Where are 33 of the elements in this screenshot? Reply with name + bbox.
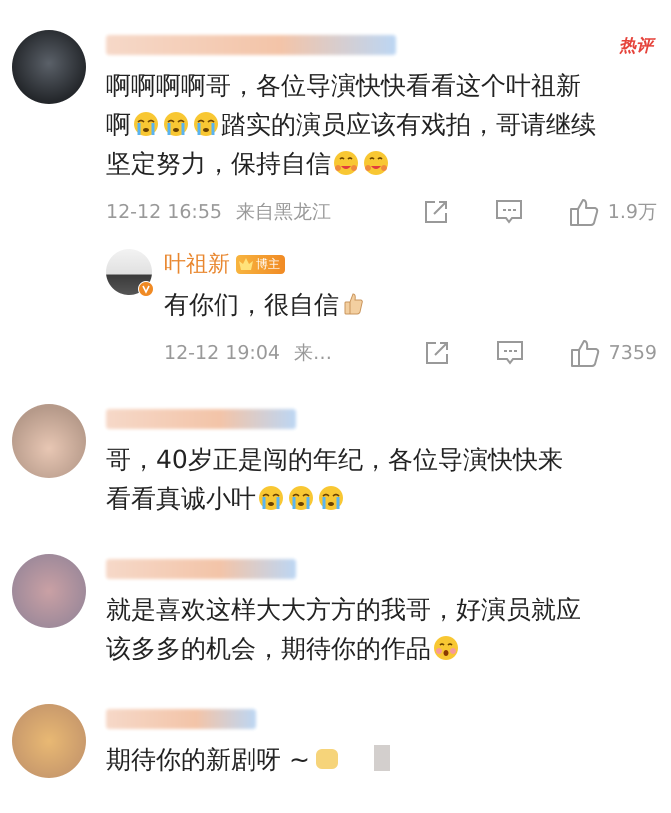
comment-text: 啊啊啊啊哥，各位导演快快看看这个叶祖新 bbox=[106, 71, 581, 100]
crown-icon bbox=[238, 257, 254, 271]
hugging-face-icon bbox=[332, 149, 360, 177]
comment-icon[interactable] bbox=[494, 198, 524, 226]
comment-text: 就是喜欢这样大大方方的我哥，好演员就应 bbox=[106, 595, 581, 624]
like-count: 1.9万 bbox=[608, 200, 657, 225]
smiling-face-icon bbox=[432, 634, 460, 662]
like-count: 7359 bbox=[608, 342, 657, 364]
comment-text: 坚定努力，保持自信 bbox=[106, 149, 331, 178]
hugging-face-icon bbox=[362, 149, 390, 177]
comment-text: 哥，40岁正是闯的年纪，各位导演快快来 bbox=[106, 445, 563, 474]
crying-face-icon bbox=[287, 484, 315, 512]
comment-time: 12-12 16:55 bbox=[106, 201, 222, 223]
badge-text: 博主 bbox=[256, 256, 280, 272]
like-icon[interactable] bbox=[568, 338, 601, 368]
crying-face-icon bbox=[132, 110, 160, 138]
crying-face-icon bbox=[317, 484, 345, 512]
crying-face-icon bbox=[162, 110, 190, 138]
comment-icon[interactable] bbox=[494, 339, 525, 367]
reply-username[interactable]: 叶祖新 bbox=[164, 249, 230, 279]
reply-avatar[interactable] bbox=[106, 249, 152, 295]
crying-face-icon bbox=[257, 484, 285, 512]
comment-location: 来自黑龙江 bbox=[236, 200, 332, 225]
comment-text: 看看真诚小叶 bbox=[106, 484, 256, 513]
like-icon[interactable] bbox=[568, 197, 600, 227]
comment-text: 该多多的机会，期待你的作品 bbox=[106, 634, 431, 663]
comment-text: 期待你的新剧呀 ~ bbox=[106, 745, 310, 774]
comment-location: 来… bbox=[294, 341, 332, 366]
comment-text: 踏实的演员应该有戏拍，哥请继续 bbox=[221, 110, 596, 139]
comment-time: 12-12 19:04 bbox=[164, 342, 280, 364]
comment-text: 有你们，很自信 bbox=[164, 290, 339, 319]
crying-face-icon bbox=[192, 110, 220, 138]
comment-text: 啊 bbox=[106, 110, 131, 139]
